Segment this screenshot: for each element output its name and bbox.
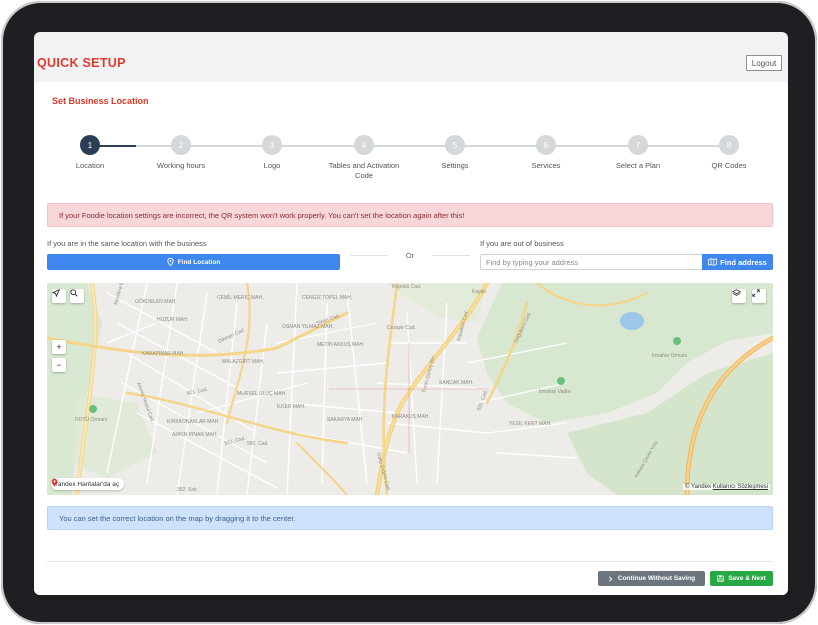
find-location-label: Find Location: [177, 258, 221, 266]
step-number: 3: [262, 135, 282, 155]
step-number: 2: [171, 135, 191, 155]
same-location-label: If you are in the same location with the…: [47, 239, 207, 248]
step-number: 5: [445, 135, 465, 155]
map-label: Köprülü Cad.: [392, 284, 421, 290]
step-number: 8: [719, 135, 739, 155]
chevron-right-icon: [608, 575, 613, 582]
fullscreen-icon[interactable]: [752, 289, 766, 303]
map-label: Kayalı: [472, 289, 486, 295]
map-label: HUZUR MAH.: [157, 317, 188, 323]
step-services[interactable]: 6 Services: [501, 135, 591, 171]
map-canvas: Mevlana Blv. GÖKDELEN MAH. HUZUR MAH. CE…: [47, 283, 773, 495]
footer-divider: [47, 561, 773, 562]
address-search-input[interactable]: Find by typing your address: [480, 254, 703, 270]
map-label: SAKARYA MAH.: [327, 417, 364, 423]
step-label: Working hours: [156, 161, 206, 170]
map-label: KARAPINAR MAH.: [142, 351, 185, 357]
step-label: QR Codes: [711, 161, 747, 170]
map-label: YESİL KENT MAH.: [509, 420, 552, 427]
out-of-business-label: If you are out of business: [480, 239, 564, 248]
map-label: OSMAN YILMAZ MAH.: [282, 324, 334, 330]
or-divider: Or: [350, 249, 470, 261]
map-attribution: © Yandex Kullanıcı Sözleşmesi: [683, 484, 770, 490]
step-number: 4: [354, 135, 374, 155]
map-label: CEMİL MERİÇ MAH.: [217, 294, 263, 301]
step-label: Tables and Activation Code: [328, 161, 400, 180]
location-warning-alert: If your Foodie location settings are inc…: [47, 203, 773, 227]
find-address-button[interactable]: Find address: [702, 254, 773, 270]
step-number: 6: [536, 135, 556, 155]
save-icon: [717, 575, 724, 582]
zoom-out-button[interactable]: −: [52, 358, 66, 372]
step-label: Select a Plan: [615, 161, 661, 170]
step-logo[interactable]: 3 Logo: [227, 135, 317, 171]
map-label: 352. Sok.: [177, 487, 198, 493]
map-search-icon[interactable]: [70, 289, 84, 303]
map-label: ARKIN PINAR MAH.: [172, 432, 218, 438]
yandex-pin-icon: [51, 478, 58, 487]
step-qr-codes[interactable]: 8 QR Codes: [684, 135, 774, 171]
continue-label: Continue Without Saving: [617, 575, 696, 582]
brand-title: QUICK SETUP: [37, 56, 126, 70]
setup-card: Set Business Location 1 Location 2 Worki…: [34, 82, 788, 595]
step-number: 7: [628, 135, 648, 155]
continue-without-saving-button[interactable]: Continue Without Saving: [598, 571, 705, 586]
map-icon: [708, 258, 717, 266]
step-label: Settings: [441, 161, 469, 170]
tablet-frame: QUICK SETUP Logout Set Business Location…: [1, 1, 817, 624]
step-label: Services: [531, 161, 561, 170]
zoom-in-button[interactable]: +: [52, 340, 66, 354]
step-label: Location: [75, 161, 105, 170]
map-label: METİN AKKUŞ MAH.: [317, 341, 365, 348]
or-line-right: [432, 255, 470, 256]
step-select-plan[interactable]: 7 Select a Plan: [593, 135, 683, 171]
yandex-open-link[interactable]: Yandex Haritalar'da aç: [51, 478, 125, 490]
save-next-button[interactable]: Save & Next: [710, 571, 773, 586]
map-label: MURSEL ULUÇ MAH.: [237, 391, 287, 397]
terms-link[interactable]: Kullanıcı Sözleşmesi: [713, 484, 768, 490]
step-working-hours[interactable]: 2 Working hours: [136, 135, 226, 171]
map-pin-icon: [167, 258, 174, 266]
top-bar: QUICK SETUP Logout: [34, 32, 788, 80]
map-label: 950. Cad.: [247, 441, 269, 447]
map-label: CENGİZ TOPEL MAH.: [302, 294, 352, 301]
step-number: 1: [80, 135, 100, 155]
map-label: İLKER MAH.: [277, 403, 305, 410]
find-address-label: Find address: [720, 257, 767, 267]
map-info-alert: You can set the correct location on the …: [47, 506, 773, 530]
map-label: İmrahor Ormanı: [652, 352, 687, 359]
layers-icon[interactable]: [732, 289, 746, 303]
map-label: KIRKKONAKLAR MAH.: [167, 419, 220, 425]
map-label: DOTÜ Ormanı: [75, 416, 107, 423]
map-label: Cezayir Cad.: [387, 325, 416, 331]
step-tables-activation[interactable]: 4 Tables and Activation Code: [319, 135, 409, 181]
copyright-label: © Yandex: [685, 484, 711, 490]
app-screen: QUICK SETUP Logout Set Business Location…: [34, 32, 788, 595]
logout-button[interactable]: Logout: [746, 55, 782, 71]
yandex-link-label: Yandex Haritalar'da aç: [54, 480, 120, 488]
card-title: Set Business Location: [52, 96, 149, 106]
map-label: GÖKDELEN MAH.: [135, 298, 177, 305]
setup-stepper: 1 Location 2 Working hours 3 Logo 4 Tabl…: [34, 135, 788, 185]
step-settings[interactable]: 5 Settings: [410, 135, 500, 171]
find-location-button[interactable]: Find Location: [47, 254, 340, 270]
step-location[interactable]: 1 Location: [45, 135, 135, 171]
map-label: MALAZGİRT MAH.: [222, 358, 264, 365]
step-label: Logo: [263, 161, 281, 170]
map-label: KARAKUŞ MAH.: [392, 414, 430, 420]
map-label: İmrahor Vadisi: [539, 388, 571, 395]
location-map[interactable]: Mevlana Blv. GÖKDELEN MAH. HUZUR MAH. CE…: [47, 283, 773, 495]
save-label: Save & Next: [728, 575, 766, 582]
geolocation-icon[interactable]: [52, 289, 66, 303]
map-label: SANCAK MAH.: [439, 380, 473, 386]
